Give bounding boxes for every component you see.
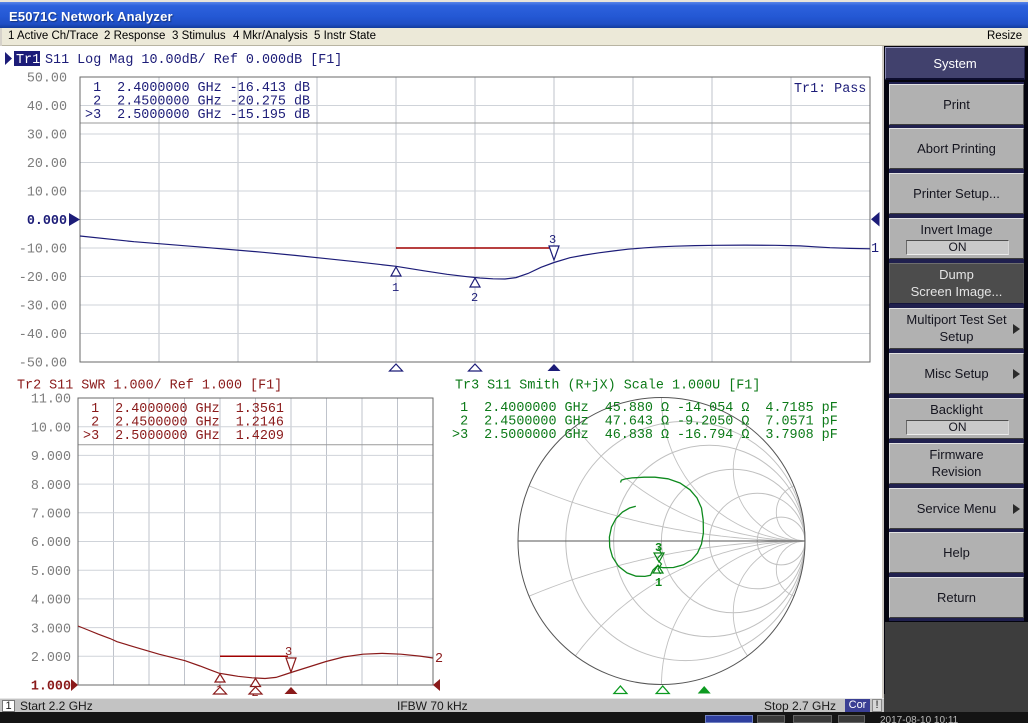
svg-text:30.00: 30.00 — [27, 129, 67, 144]
svg-text:-40.00: -40.00 — [19, 328, 67, 343]
svg-text:8.000: 8.000 — [31, 479, 71, 494]
svg-text:Tr3 S11 Smith (R+jX) Scale 1.0: Tr3 S11 Smith (R+jX) Scale 1.000U [F1] — [455, 379, 760, 394]
svg-text:1.000: 1.000 — [31, 680, 71, 695]
svg-text:>3 2.5000000 GHz 46.838 Ω -1: >3 2.5000000 GHz 46.838 Ω -16.794 Ω 3.79… — [444, 428, 838, 443]
svg-text:9.000: 9.000 — [31, 450, 71, 465]
svg-text:2: 2 — [435, 652, 443, 667]
svg-text:-30.00: -30.00 — [19, 300, 67, 315]
svg-text:Tr1: Tr1 — [16, 53, 40, 68]
svg-text:-50.00: -50.00 — [19, 357, 67, 372]
svg-text:3: 3 — [285, 645, 292, 659]
svg-text:1: 1 — [392, 281, 399, 295]
svg-text:2.000: 2.000 — [31, 651, 71, 666]
svg-text:20.00: 20.00 — [27, 157, 67, 172]
svg-text:2: 2 — [471, 291, 478, 305]
svg-text:1: 1 — [655, 576, 662, 590]
svg-text:-20.00: -20.00 — [19, 271, 67, 286]
svg-text:7.000: 7.000 — [31, 508, 71, 523]
svg-text:0.000: 0.000 — [27, 214, 67, 229]
svg-text:11.00: 11.00 — [31, 393, 71, 408]
svg-text:3: 3 — [549, 233, 556, 247]
svg-text:Tr2 S11 SWR 1.000/ Ref 1.000 [: Tr2 S11 SWR 1.000/ Ref 1.000 [F1] — [17, 379, 282, 394]
svg-text:>3 2.5000000 GHz 1.4209: >3 2.5000000 GHz 1.4209 — [75, 429, 284, 444]
svg-text:10.00: 10.00 — [27, 186, 67, 201]
svg-text:3.000: 3.000 — [31, 622, 71, 637]
svg-text:6.000: 6.000 — [31, 536, 71, 551]
svg-text:>3 2.5000000 GHz -15.195 dB: >3 2.5000000 GHz -15.195 dB — [77, 108, 310, 123]
svg-text:S11 Log Mag 10.00dB/ Ref 0.000: S11 Log Mag 10.00dB/ Ref 0.000dB [F1] — [45, 53, 342, 68]
svg-text:1: 1 — [871, 242, 879, 257]
svg-text:-10.00: -10.00 — [19, 243, 67, 258]
svg-text:5.000: 5.000 — [31, 565, 71, 580]
svg-text:Tr1: Pass: Tr1: Pass — [794, 82, 866, 97]
svg-text:10.00: 10.00 — [31, 421, 71, 436]
svg-text:4.000: 4.000 — [31, 594, 71, 609]
svg-text:50.00: 50.00 — [27, 72, 67, 87]
svg-text:40.00: 40.00 — [27, 100, 67, 115]
